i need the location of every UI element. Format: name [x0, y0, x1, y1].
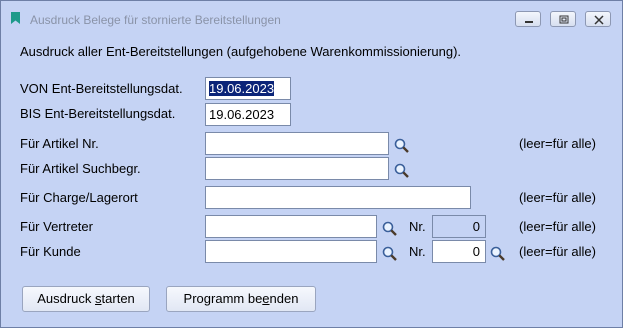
restore-icon [559, 15, 569, 24]
charge-input[interactable] [205, 186, 471, 209]
minimize-button[interactable] [515, 11, 541, 27]
charge-label: Für Charge/Lagerort [20, 190, 138, 205]
close-button[interactable] [585, 11, 611, 27]
artikel-nr-label: Für Artikel Nr. [20, 136, 99, 151]
magnifier-icon[interactable] [393, 162, 411, 180]
kunde-hint: (leer=für alle) [519, 244, 596, 259]
artikel-nr-hint: (leer=für alle) [519, 136, 596, 151]
minimize-icon [525, 21, 533, 23]
bis-date-input[interactable]: 19.06.2023 [205, 103, 291, 126]
bookmark-icon [11, 12, 20, 24]
window-title: Ausdruck Belege für stornierte Bereitste… [30, 13, 281, 27]
magnifier-icon[interactable] [393, 137, 411, 155]
vertreter-nr-label: Nr. [409, 219, 426, 234]
end-program-button[interactable]: Programm beenden [166, 286, 316, 312]
bis-label: BIS Ent-Bereitstellungsdat. [20, 106, 176, 121]
charge-hint: (leer=für alle) [519, 190, 596, 205]
vertreter-nr-field: 0 [432, 215, 486, 238]
kunde-nr-label: Nr. [409, 244, 426, 259]
von-label: VON Ent-Bereitstellungsdat. [20, 81, 183, 96]
kunde-nr-input[interactable]: 0 [432, 240, 486, 263]
vertreter-label: Für Vertreter [20, 219, 93, 234]
artikel-such-input[interactable] [205, 157, 389, 180]
magnifier-icon[interactable] [381, 220, 399, 238]
dialog-window: Ausdruck Belege für stornierte Bereitste… [0, 0, 623, 328]
start-print-button[interactable]: Ausdruck starten [22, 286, 150, 312]
title-bar[interactable]: Ausdruck Belege für stornierte Bereitste… [1, 1, 622, 31]
header-text: Ausdruck aller Ent-Bereitstellungen (auf… [20, 44, 462, 59]
magnifier-icon[interactable] [489, 245, 507, 263]
vertreter-hint: (leer=für alle) [519, 219, 596, 234]
artikel-nr-input[interactable] [205, 132, 389, 155]
magnifier-icon[interactable] [381, 245, 399, 263]
von-date-input[interactable]: 19.06.2023 [205, 77, 291, 100]
artikel-such-label: Für Artikel Suchbegr. [20, 161, 141, 176]
kunde-input[interactable] [205, 240, 377, 263]
close-icon [594, 15, 604, 25]
kunde-label: Für Kunde [20, 244, 81, 259]
vertreter-input[interactable] [205, 215, 377, 238]
maximize-button[interactable] [550, 11, 576, 27]
